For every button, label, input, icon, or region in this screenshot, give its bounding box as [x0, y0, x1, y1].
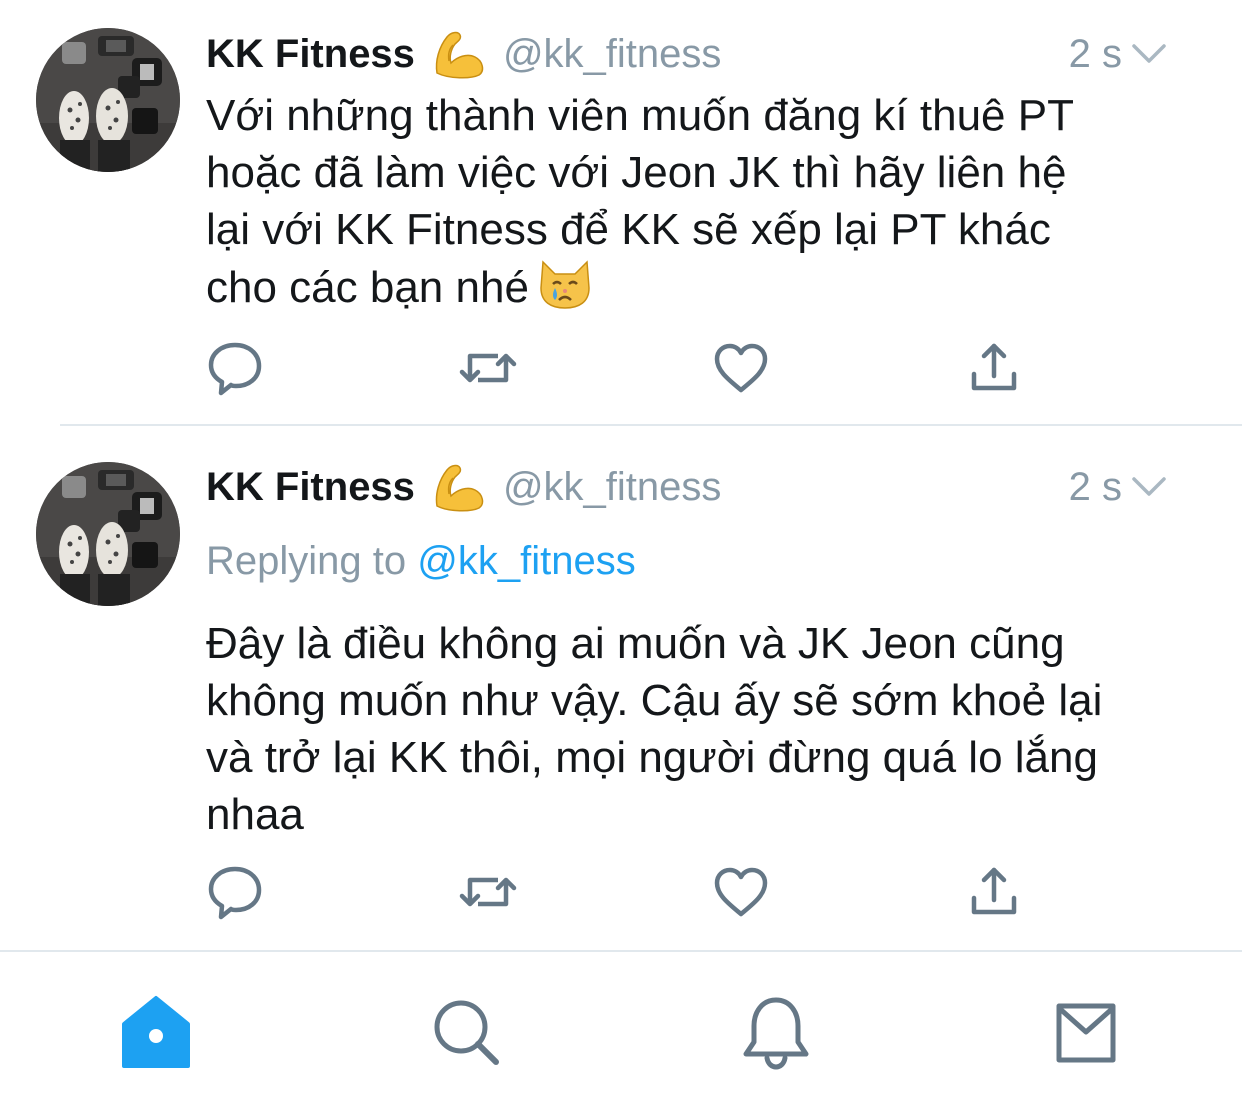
share-icon[interactable] — [964, 862, 1024, 922]
tweet-text: Đây là điều không ai muốn và JK Jeon cũn… — [206, 615, 1202, 843]
bottom-tab-bar — [0, 952, 1242, 1102]
like-icon[interactable] — [711, 338, 771, 398]
avatar[interactable] — [36, 28, 180, 172]
retweet-icon[interactable] — [458, 862, 518, 922]
chevron-down-icon[interactable] — [1130, 473, 1168, 501]
timeline-feed: KK Fitness @kk_fitness 2 s Với những thà… — [0, 0, 1242, 952]
tweet[interactable]: KK Fitness @kk_fitness 2 s Với những thà… — [0, 0, 1242, 425]
tweet-text-line: Đây là điều không ai muốn và JK Jeon cũn… — [206, 619, 1065, 668]
reply-icon[interactable] — [205, 338, 265, 398]
tweet-timestamp: 2 s — [1068, 464, 1122, 509]
chevron-down-icon[interactable] — [1130, 40, 1168, 68]
tweet-header: KK Fitness @kk_fitness 2 s — [206, 26, 1202, 82]
tweet-text-line: không muốn như vậy. Cậu ấy sẽ sớm khoẻ l… — [206, 676, 1103, 725]
messages-icon[interactable] — [1046, 992, 1126, 1072]
author-name[interactable]: KK Fitness — [206, 32, 415, 77]
tweet-text-line: hoặc đã làm việc với Jeon JK thì hãy liê… — [206, 148, 1067, 197]
tweet-text: Với những thành viên muốn đăng kí thuê P… — [206, 87, 1202, 316]
share-icon[interactable] — [964, 338, 1024, 398]
tweet-actions — [0, 862, 1242, 922]
retweet-icon[interactable] — [458, 338, 518, 398]
like-icon[interactable] — [711, 862, 771, 922]
reply-mention-link[interactable]: @kk_fitness — [417, 539, 635, 583]
tweet-text-line: Với những thành viên muốn đăng kí thuê P… — [206, 91, 1074, 140]
tweet-timestamp: 2 s — [1068, 31, 1122, 76]
author-handle[interactable]: @kk_fitness — [503, 465, 721, 510]
home-icon[interactable] — [116, 992, 196, 1072]
tweet-actions — [0, 338, 1242, 398]
flexed-biceps-emoji — [431, 29, 487, 79]
author-name[interactable]: KK Fitness — [206, 465, 415, 510]
tweet-text-line: cho các bạn nhé — [206, 263, 529, 312]
replying-to-label: Replying to — [206, 539, 407, 583]
tweet-text-line: và trở lại KK thôi, mọi người đừng quá l… — [206, 733, 1098, 782]
avatar[interactable] — [36, 462, 180, 606]
flexed-biceps-emoji — [431, 462, 487, 512]
replying-to: Replying to @kk_fitness — [206, 539, 636, 584]
tweet-text-line-wrapper: cho các bạn nhé — [206, 258, 1202, 316]
notifications-icon[interactable] — [736, 992, 816, 1072]
tweet[interactable]: KK Fitness @kk_fitness 2 s Replying to @… — [0, 426, 1242, 951]
author-handle[interactable]: @kk_fitness — [503, 32, 721, 77]
search-icon[interactable] — [426, 992, 506, 1072]
tweet-text-line: lại với KK Fitness để KK sẽ xếp lại PT k… — [206, 205, 1051, 254]
reply-icon[interactable] — [205, 862, 265, 922]
tweet-text-line: nhaa — [206, 790, 304, 839]
crying-cat-emoji — [537, 258, 593, 310]
tweet-header: KK Fitness @kk_fitness 2 s — [206, 459, 1202, 515]
